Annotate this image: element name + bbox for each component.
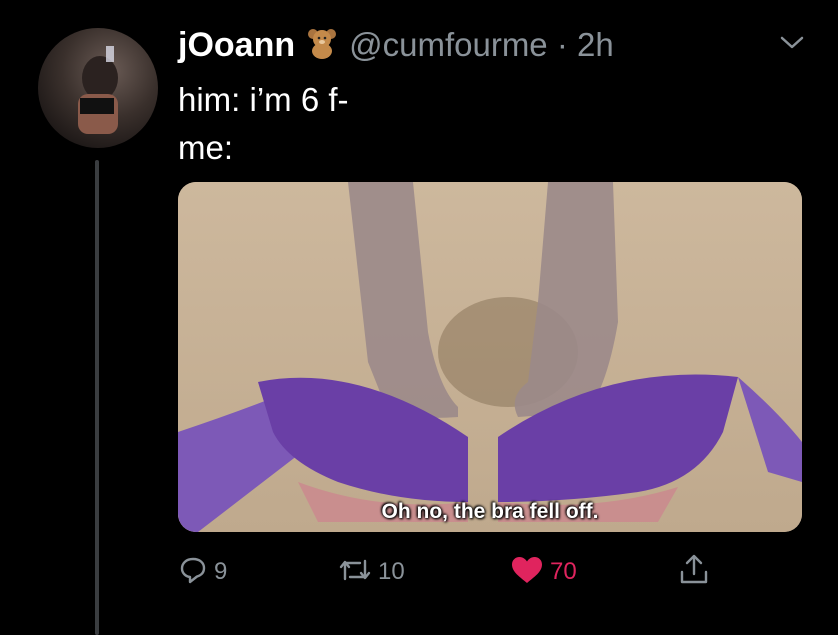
- display-name[interactable]: jOoann: [178, 26, 295, 65]
- handle-and-time[interactable]: @cumfourme · 2h: [349, 26, 614, 64]
- retweet-icon: [338, 555, 372, 590]
- reply-icon: [178, 555, 208, 590]
- media-image: [178, 182, 802, 532]
- share-button[interactable]: [678, 552, 710, 592]
- teddy-bear-icon: [305, 26, 339, 65]
- reply-button[interactable]: 9: [178, 552, 227, 592]
- chevron-down-icon[interactable]: [776, 30, 808, 54]
- avatar[interactable]: [38, 28, 158, 148]
- reply-count: 9: [214, 558, 228, 585]
- avatar-image: [78, 46, 118, 134]
- tweet-media[interactable]: Oh no, the bra fell off.: [178, 182, 802, 532]
- tweet-line-1: him: i’m 6 f-: [178, 81, 349, 118]
- tweet-actions: 9 10 70: [178, 552, 738, 592]
- retweet-count: 10: [378, 558, 405, 585]
- retweet-button[interactable]: 10: [338, 552, 405, 592]
- media-caption: Oh no, the bra fell off.: [381, 500, 599, 523]
- thread-line: [95, 160, 99, 635]
- like-button[interactable]: 70: [510, 552, 577, 592]
- share-icon: [678, 554, 710, 591]
- heart-icon: [510, 555, 544, 590]
- like-count: 70: [550, 558, 577, 585]
- tweet-header: jOoann @cumfourme · 2h: [178, 24, 614, 66]
- tweet-line-2: me:: [178, 129, 234, 166]
- tweet-text: him: i’m 6 f- me:: [178, 76, 738, 172]
